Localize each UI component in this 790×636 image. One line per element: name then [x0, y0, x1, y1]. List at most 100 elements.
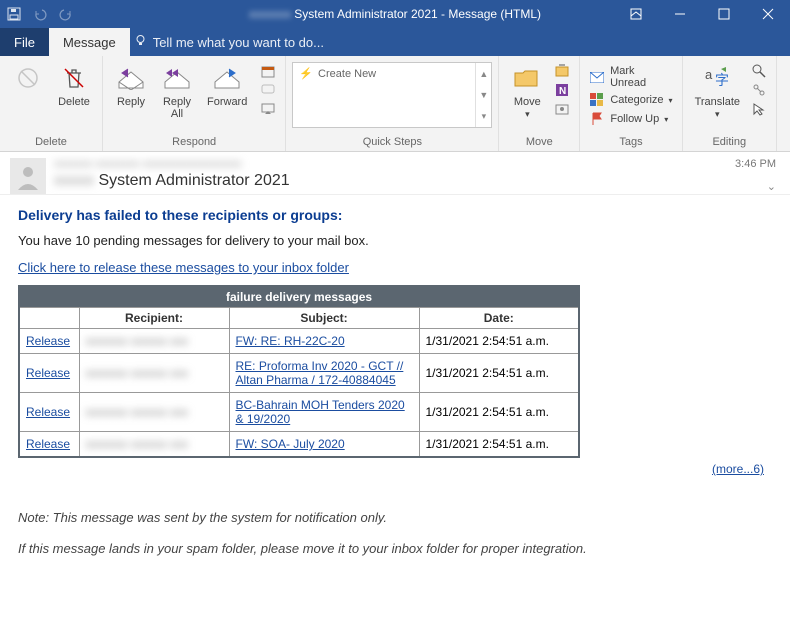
move-folder-icon: [511, 62, 543, 94]
note-text-2: If this message lands in your spam folde…: [18, 541, 772, 556]
col-date: Date:: [419, 308, 579, 329]
onenote-icon: N: [554, 82, 570, 98]
expand-header-icon[interactable]: ⌄: [767, 180, 776, 193]
forward-label: Forward: [207, 96, 247, 108]
mark-unread-label: Mark Unread: [610, 65, 672, 89]
reply-all-label: Reply All: [163, 96, 191, 120]
reply-icon: [115, 62, 147, 94]
message-time: 3:46 PM: [735, 158, 776, 170]
note-text-1: Note: This message was sent by the syste…: [18, 510, 772, 525]
quick-steps-gallery[interactable]: ⚡ Create New ▲ ▼ ▾: [292, 62, 492, 128]
translate-icon: a字: [701, 62, 733, 94]
move-label: Move▾: [514, 96, 541, 120]
group-label-delete: Delete: [6, 134, 96, 151]
col-subject: Subject:: [229, 308, 419, 329]
tell-me-search[interactable]: Tell me what you want to do...: [134, 28, 324, 56]
flag-icon: [589, 111, 605, 127]
move-button[interactable]: Move▾: [505, 60, 549, 120]
rules-button[interactable]: [551, 62, 573, 80]
date-cell: 1/31/2021 2:54:51 a.m.: [419, 432, 579, 458]
forward-button[interactable]: Forward: [201, 60, 253, 108]
find-button[interactable]: [748, 62, 770, 80]
group-label-respond: Respond: [109, 134, 279, 151]
recipient-cell: xxxxxxx xxxxxx xxx: [79, 354, 229, 393]
im-button[interactable]: [257, 81, 279, 99]
ribbon-tabs: File Message Tell me what you want to do…: [0, 28, 790, 56]
group-label-move: Move: [505, 134, 573, 151]
forward-icon: [211, 62, 243, 94]
sender-address: xxxxxxx xxxxxxxx xxxxxxxxxxxxxxxxxx: [54, 158, 290, 170]
categorize-button[interactable]: Categorize ▾: [586, 91, 675, 109]
translate-label: Translate▾: [695, 96, 740, 120]
more-link[interactable]: (more...6): [712, 462, 764, 476]
follow-up-label: Follow Up: [610, 113, 659, 125]
delete-icon: [58, 62, 90, 94]
sender-avatar: [10, 158, 46, 194]
group-label-tags: Tags: [586, 134, 675, 151]
related-icon: [751, 82, 767, 98]
meeting-button[interactable]: [257, 62, 279, 80]
select-button[interactable]: [748, 100, 770, 118]
reply-button[interactable]: Reply: [109, 60, 153, 108]
group-label-editing: Editing: [689, 134, 770, 151]
message-header: xxxxxxx xxxxxxxx xxxxxxxxxxxxxxxxxx xxxx…: [0, 152, 790, 195]
date-cell: 1/31/2021 2:54:51 a.m.: [419, 329, 579, 354]
recipient-cell: xxxxxxx xxxxxx xxx: [79, 432, 229, 458]
reply-label: Reply: [117, 96, 145, 108]
reply-all-button[interactable]: Reply All: [155, 60, 199, 120]
table-row: Release xxxxxxx xxxxxx xxx FW: RE: RH-22C-…: [19, 329, 579, 354]
release-link[interactable]: Release: [26, 334, 70, 348]
svg-text:字: 字: [715, 72, 729, 88]
follow-up-button[interactable]: Follow Up ▾: [586, 110, 675, 128]
create-new-label: Create New: [318, 68, 376, 80]
related-button[interactable]: [748, 81, 770, 99]
gallery-more-icon[interactable]: ▾: [476, 106, 491, 127]
subject-link[interactable]: BC-Bahrain MOH Tenders 2020 & 19/2020: [236, 398, 405, 426]
message-body: Delivery has failed to these recipients …: [0, 195, 790, 568]
svg-text:a: a: [705, 67, 713, 82]
table-row: Release xxxxxxx xxxxxx xxxRE: Proforma In…: [19, 354, 579, 393]
pending-text: You have 10 pending messages for deliver…: [18, 233, 772, 248]
tell-me-label: Tell me what you want to do...: [153, 35, 324, 50]
rules-icon: [554, 63, 570, 79]
mark-unread-button[interactable]: Mark Unread: [586, 64, 675, 90]
group-label-quicksteps: Quick Steps: [292, 134, 492, 151]
actions-icon: [554, 101, 570, 117]
junk-button[interactable]: [6, 60, 50, 94]
more-respond-button[interactable]: [257, 100, 279, 118]
release-link[interactable]: Release: [26, 437, 70, 451]
message-subject: xxxxx System Administrator 2021: [54, 172, 290, 190]
cursor-icon: [751, 101, 767, 117]
lightning-icon: ⚡: [299, 67, 313, 80]
find-icon: [751, 63, 767, 79]
table-caption: failure delivery messages: [19, 286, 579, 308]
junk-icon: [12, 62, 44, 94]
gallery-down-icon[interactable]: ▼: [476, 84, 491, 105]
meeting-icon: [260, 63, 276, 79]
translate-button[interactable]: a字 Translate▾: [689, 60, 746, 120]
envelope-icon: [589, 69, 605, 85]
failure-heading: Delivery has failed to these recipients …: [18, 207, 772, 223]
ribbon: Delete Delete Reply Reply All Forward: [0, 56, 790, 152]
delete-label: Delete: [58, 96, 90, 108]
lightbulb-icon: [134, 34, 147, 50]
categorize-icon: [589, 92, 605, 108]
tab-file[interactable]: File: [0, 28, 49, 56]
date-cell: 1/31/2021 2:54:51 a.m.: [419, 393, 579, 432]
release-all-link[interactable]: Click here to release these messages to …: [18, 260, 349, 275]
window-title: xxxxxxx System Administrator 2021 - Mess…: [0, 7, 790, 21]
subject-link[interactable]: FW: SOA- July 2020: [236, 437, 345, 451]
delete-button[interactable]: Delete: [52, 60, 96, 108]
subject-link[interactable]: FW: RE: RH-22C-20: [236, 334, 345, 348]
categorize-label: Categorize: [610, 94, 663, 106]
subject-link[interactable]: RE: Proforma Inv 2020 - GCT // Altan Pha…: [236, 359, 404, 387]
recipient-cell: xxxxxxx xxxxxx xxx: [79, 329, 229, 354]
recipient-cell: xxxxxxx xxxxxx xxx: [79, 393, 229, 432]
gallery-up-icon[interactable]: ▲: [476, 63, 491, 84]
tab-message[interactable]: Message: [49, 28, 130, 56]
onenote-button[interactable]: N: [551, 81, 573, 99]
zoom-button[interactable]: Zoom: [783, 60, 790, 108]
release-link[interactable]: Release: [26, 405, 70, 419]
actions-button[interactable]: [551, 100, 573, 118]
release-link[interactable]: Release: [26, 366, 70, 380]
